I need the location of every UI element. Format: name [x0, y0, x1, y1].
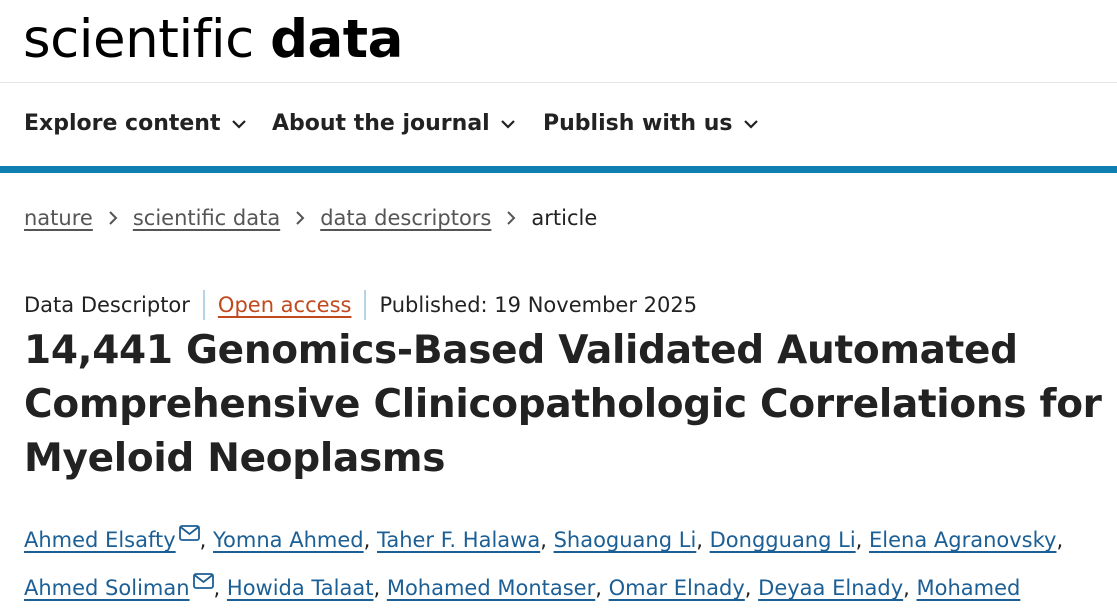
- chevron-right-icon: [507, 211, 516, 225]
- author-separator: ,: [696, 528, 710, 552]
- mail-icon[interactable]: [192, 573, 214, 589]
- published-date: Published: 19 November 2025: [379, 293, 698, 317]
- article-title: 14,441 Genomics-Based Validated Automate…: [24, 328, 1102, 481]
- nav-label: Explore content: [24, 111, 221, 136]
- author-separator: ,: [855, 528, 870, 552]
- author-link[interactable]: Deyaa Elnady: [758, 576, 903, 600]
- logo-text-bold: data: [270, 9, 403, 70]
- breadcrumb-data-descriptors[interactable]: data descriptors: [320, 206, 491, 230]
- breadcrumb: nature scientific data data descriptors …: [24, 206, 597, 230]
- nav-label: Publish with us: [543, 111, 733, 136]
- author-separator: ,: [595, 576, 609, 600]
- meta-divider: [202, 290, 205, 320]
- nav-explore-content[interactable]: Explore content: [24, 111, 247, 136]
- site-header: scientific data: [0, 0, 1117, 83]
- author-link[interactable]: Shaoguang Li: [554, 528, 697, 552]
- author-link[interactable]: Dongguang Li: [710, 528, 856, 552]
- author-link[interactable]: Yomna Ahmed: [213, 528, 364, 552]
- breadcrumb-current: article: [531, 206, 598, 230]
- journal-logo[interactable]: scientific data: [23, 2, 403, 78]
- article-meta: Data Descriptor Open access Published: 1…: [24, 290, 697, 320]
- open-access-link[interactable]: Open access: [218, 293, 352, 317]
- author-link[interactable]: Mohamed: [917, 576, 1021, 600]
- nav-publish-with-us[interactable]: Publish with us: [543, 111, 759, 136]
- author-link[interactable]: Mohamed Montaser: [387, 576, 595, 600]
- author-separator: ,: [540, 528, 554, 552]
- author-link[interactable]: Elena Agranovsky: [869, 528, 1056, 552]
- author-link[interactable]: Ahmed Soliman: [24, 576, 190, 600]
- breadcrumb-nature[interactable]: nature: [24, 206, 93, 230]
- author-separator: ,: [373, 576, 387, 600]
- chevron-right-icon: [296, 211, 305, 225]
- chevron-down-icon: [231, 119, 246, 129]
- chevron-down-icon: [743, 119, 758, 129]
- chevron-right-icon: [109, 211, 118, 225]
- author-separator: ,: [363, 528, 377, 552]
- logo-text-light: scientific: [23, 9, 254, 70]
- accent-bar: [0, 166, 1117, 173]
- author-link[interactable]: Taher F. Halawa: [377, 528, 540, 552]
- chevron-down-icon: [500, 119, 515, 129]
- mail-icon[interactable]: [178, 525, 200, 541]
- author-separator: ,: [903, 576, 917, 600]
- author-link[interactable]: Ahmed Elsafty: [24, 528, 176, 552]
- author-separator: ,: [744, 576, 759, 600]
- author-list: Ahmed Elsafty, Yomna Ahmed, Taher F. Hal…: [24, 516, 1109, 612]
- author-separator: ,: [213, 576, 227, 600]
- author-separator: ,: [1056, 528, 1064, 552]
- main-nav: Explore content About the journal Publis…: [0, 83, 1117, 166]
- meta-divider: [364, 290, 367, 320]
- author-link[interactable]: Omar Elnady: [609, 576, 745, 600]
- author-link[interactable]: Howida Talaat: [227, 576, 374, 600]
- author-separator: ,: [199, 528, 214, 552]
- breadcrumb-scientific-data[interactable]: scientific data: [133, 206, 280, 230]
- article-type: Data Descriptor: [24, 293, 190, 317]
- nav-label: About the journal: [272, 111, 490, 136]
- nav-about-journal[interactable]: About the journal: [272, 111, 516, 136]
